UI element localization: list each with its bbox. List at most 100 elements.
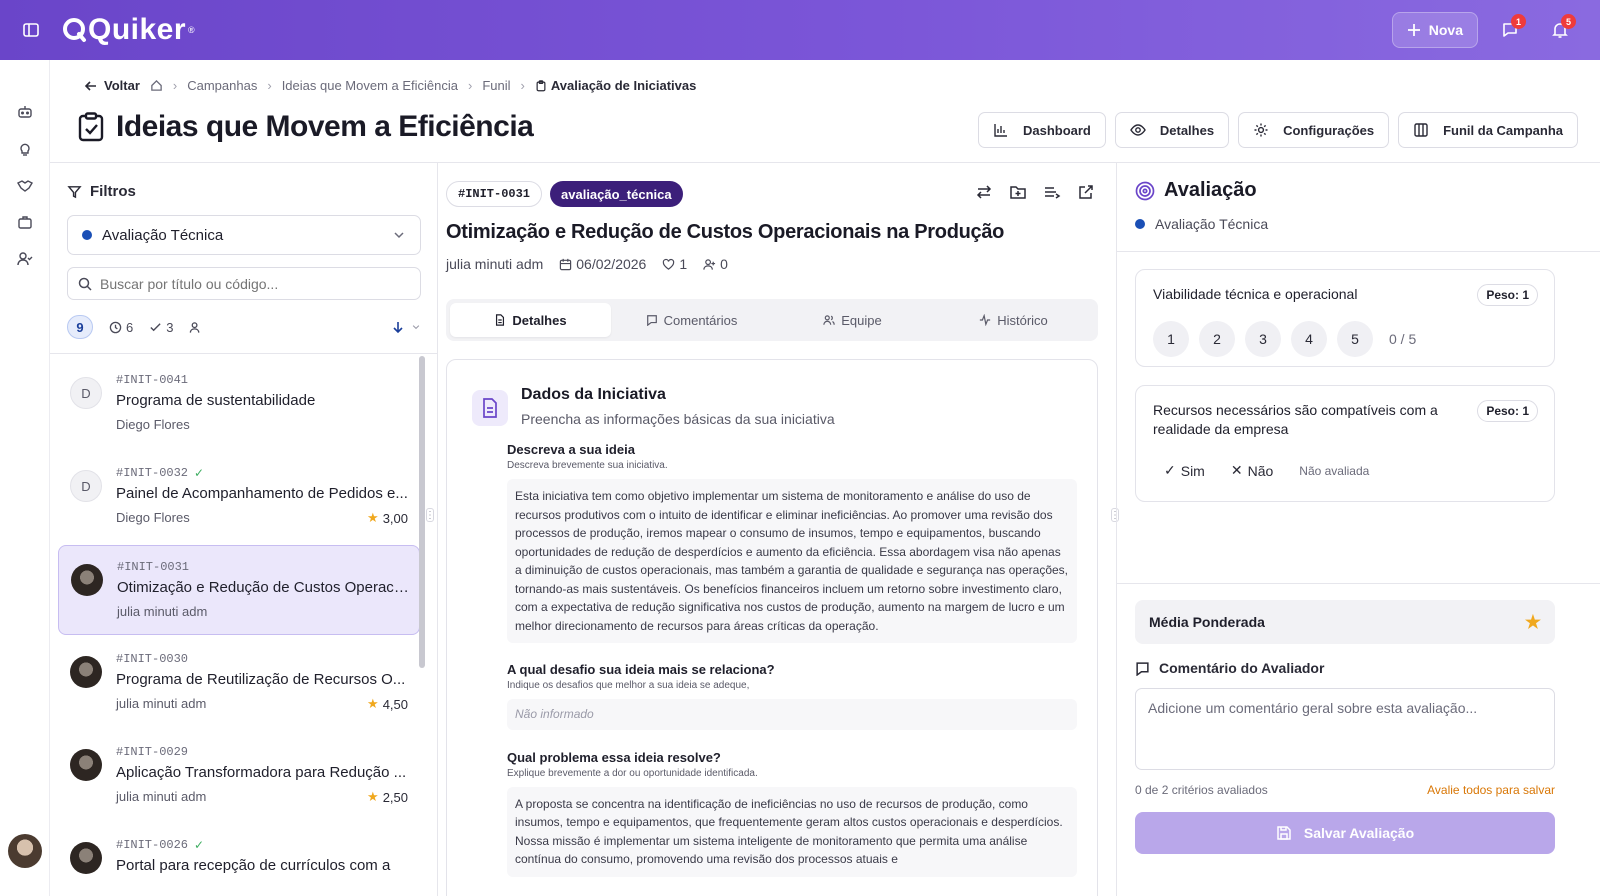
no-option[interactable]: ✕ Não: [1231, 462, 1273, 479]
initiative-code-text: #INIT-0030: [116, 652, 189, 666]
score-option-2[interactable]: 2: [1199, 321, 1235, 357]
messages-button[interactable]: 1: [1492, 12, 1528, 48]
field-value: Esta iniciativa tem como objetivo implem…: [507, 479, 1077, 643]
star-icon: ★: [1524, 611, 1541, 632]
dashboard-button[interactable]: Dashboard: [977, 112, 1106, 148]
score-option-4[interactable]: 4: [1291, 321, 1327, 357]
initiative-score: ★ 3,00: [367, 510, 408, 526]
evaluation-header: Avaliação: [1135, 179, 1257, 202]
field-label: Qual problema essa ideia resolve?: [507, 749, 721, 765]
rail-robot-icon[interactable]: [15, 102, 35, 122]
done-filter[interactable]: 3: [149, 320, 173, 335]
save-evaluation-label: Salvar Avaliação: [1303, 825, 1415, 841]
resize-handle-left[interactable]: ⋮: [425, 508, 435, 522]
sort-control[interactable]: [391, 320, 421, 334]
external-link-icon[interactable]: [1077, 183, 1095, 201]
list-item[interactable]: D #INIT-0032 ✓ Painel de Acompanhamento d…: [58, 452, 420, 542]
stage-select[interactable]: Avaliação Técnica: [67, 215, 421, 255]
score-value: 4,50: [382, 696, 408, 712]
evaluation-stage-label: Avaliação Técnica: [1155, 216, 1269, 232]
search-input[interactable]: [100, 275, 410, 292]
list-item[interactable]: #INIT-0029 Aplicação Transformadora para…: [58, 731, 420, 821]
initiative-likes[interactable]: 1: [662, 256, 687, 272]
star-icon: ★: [367, 696, 379, 711]
user-avatar[interactable]: [8, 834, 42, 868]
card-fields: Descreva a sua ideia Descreva brevemente…: [507, 442, 1077, 877]
comment-label: Comentário do Avaliador: [1159, 660, 1325, 676]
tab-team[interactable]: Equipe: [772, 303, 933, 337]
avatar: [71, 564, 103, 596]
yes-label: Sim: [1180, 462, 1205, 479]
chevron-down-icon: [411, 322, 421, 332]
breadcrumb-campaign[interactable]: Ideias que Movem a Eficiência: [282, 78, 458, 93]
star-icon: ★: [367, 789, 379, 804]
folder-plus-icon[interactable]: [1009, 183, 1027, 201]
members-count: 0: [720, 256, 728, 272]
rail-user-check-icon[interactable]: [15, 249, 35, 269]
list-item[interactable]: D #INIT-0041 Programa de sustentabilidad…: [58, 359, 420, 449]
breadcrumb-funnel[interactable]: Funil: [482, 78, 510, 93]
tab-comments[interactable]: Comentários: [611, 303, 772, 337]
gear-icon: [1253, 122, 1269, 138]
home-icon[interactable]: [150, 79, 163, 92]
weighted-average: Média Ponderada ★: [1135, 600, 1555, 644]
campaign-funnel-button[interactable]: Funil da Campanha: [1398, 112, 1578, 148]
details-button[interactable]: Detalhes: [1114, 112, 1230, 148]
document-icon: [472, 390, 508, 426]
score-option-5[interactable]: 5: [1337, 321, 1373, 357]
field-label: Descreva a sua ideia: [507, 442, 635, 457]
list-item[interactable]: #INIT-0030 Programa de Reutilização de R…: [58, 638, 420, 728]
notifications-button[interactable]: 5: [1542, 12, 1578, 48]
user-icon: [189, 321, 202, 334]
score-value: 2,50: [382, 789, 408, 805]
page-title: Ideias que Movem a Eficiência: [116, 110, 534, 143]
check-icon: [149, 321, 162, 334]
rail-handshake-icon[interactable]: [15, 176, 35, 196]
initiative-detail-panel: #INIT-0031 avaliação_técnica Otimização …: [439, 163, 1115, 896]
pending-filter[interactable]: 6: [109, 320, 133, 335]
users-icon: [823, 314, 835, 326]
new-button[interactable]: Nova: [1391, 12, 1478, 48]
progress-text: 0 de 2 critérios avaliados: [1135, 783, 1268, 797]
brand-logo[interactable]: Quiker ®: [60, 13, 195, 47]
move-list-icon[interactable]: [1043, 183, 1061, 201]
back-link[interactable]: Voltar: [84, 78, 140, 93]
tab-history[interactable]: Histórico: [933, 303, 1094, 337]
yes-option[interactable]: ✓ Sim: [1164, 462, 1205, 479]
initiative-members[interactable]: 0: [703, 256, 728, 272]
sidebar-toggle-icon[interactable]: [22, 21, 40, 39]
swap-icon[interactable]: [975, 183, 993, 201]
mine-filter[interactable]: [189, 321, 202, 334]
field-value: A proposta se concentra na identificação…: [507, 786, 1077, 877]
total-count-badge[interactable]: 9: [67, 315, 93, 339]
rail-briefcase-icon[interactable]: [15, 212, 35, 232]
chevron-right-icon: ›: [172, 78, 178, 93]
list-item[interactable]: #INIT-0026 ✓ Portal para recepção de curr…: [58, 824, 420, 896]
score-option-3[interactable]: 3: [1245, 321, 1281, 357]
evaluator-comment-input[interactable]: [1135, 688, 1555, 770]
initiative-author: julia minuti adm: [116, 696, 207, 711]
chevron-right-icon: ›: [520, 78, 525, 93]
list-item-selected[interactable]: #INIT-0031 Otimização e Redução de Custo…: [58, 545, 420, 635]
save-evaluation-button[interactable]: Salvar Avaliação: [1135, 812, 1555, 854]
check-icon: ✓: [1164, 462, 1176, 478]
search-box: [67, 267, 421, 300]
initiative-author: julia minuti adm: [446, 256, 544, 272]
score-option-1[interactable]: 1: [1153, 321, 1189, 357]
evaluation-progress: 0 de 2 critérios avaliados Avalie todos …: [1135, 783, 1555, 797]
close-icon: ✕: [1230, 462, 1243, 478]
initiative-author: Diego Flores: [116, 417, 190, 432]
field-hint: Descreva brevemente sua iniciativa.: [507, 460, 668, 471]
initiative-author: julia minuti adm: [116, 789, 207, 804]
initiative-title: Programa de Reutilização de Recursos O..…: [116, 671, 406, 688]
evaluation-divider: [1117, 251, 1600, 252]
initiative-title: Otimização e Redução de Custos Operacion…: [446, 221, 1005, 243]
brand-name: Quiker: [88, 13, 187, 46]
settings-button[interactable]: Configurações: [1238, 112, 1390, 148]
breadcrumb-campaigns[interactable]: Campanhas: [187, 78, 257, 93]
rail-lightbulb-icon[interactable]: [15, 139, 35, 159]
tab-details[interactable]: Detalhes: [450, 303, 611, 337]
columns-icon: [1413, 122, 1429, 138]
stage-select-value: Avaliação Técnica: [102, 226, 224, 244]
initiative-code: #INIT-0030: [116, 652, 410, 666]
